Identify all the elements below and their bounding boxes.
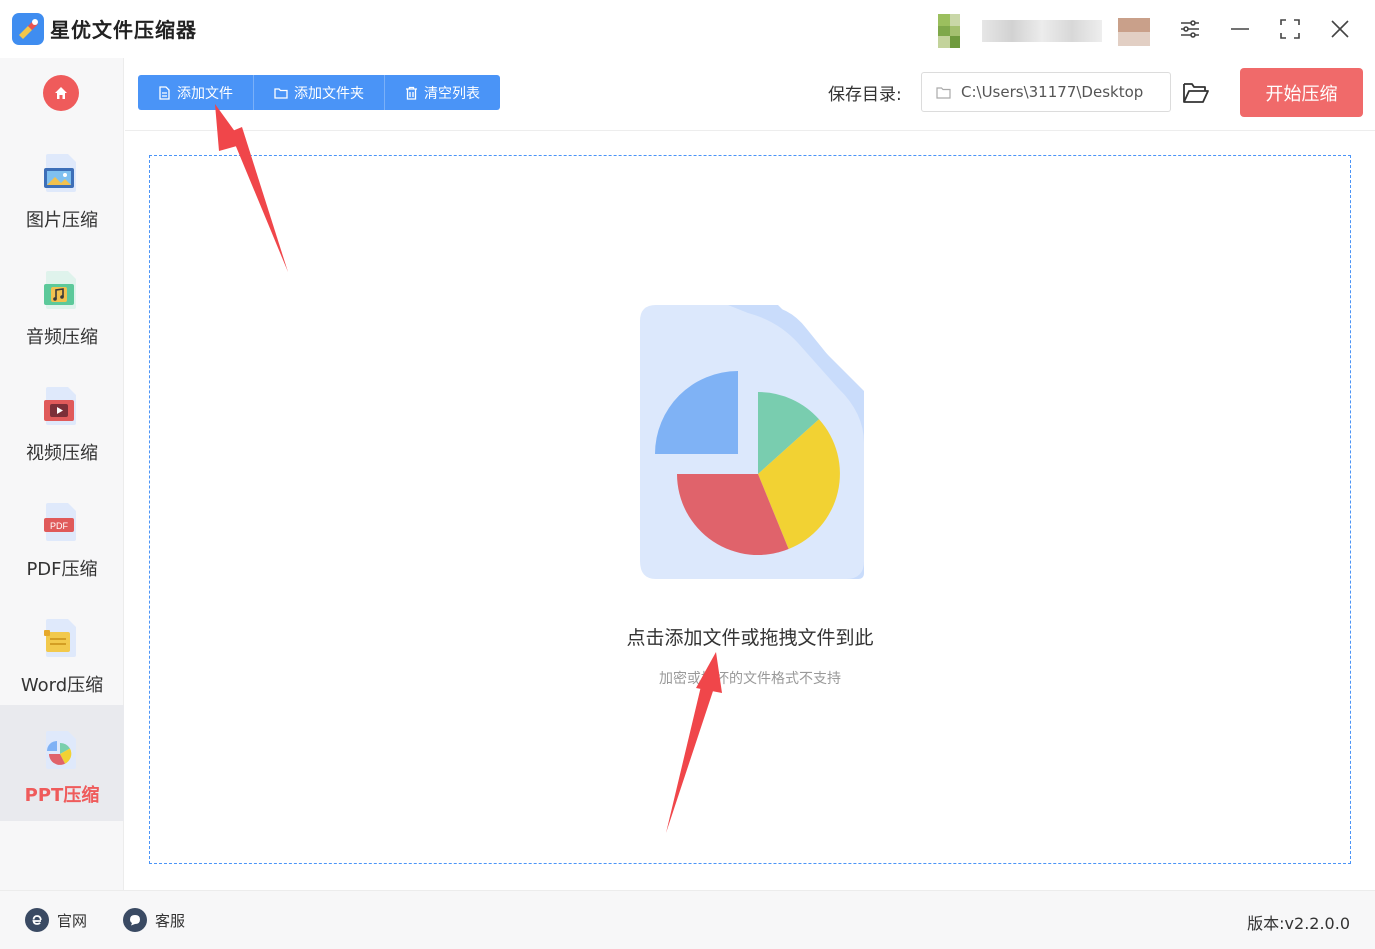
drop-zone-hint: 点击添加文件或拖拽文件到此 xyxy=(626,627,874,649)
drop-zone-subhint: 加密或损坏的文件格式不支持 xyxy=(659,671,841,687)
close-icon[interactable] xyxy=(1325,14,1355,44)
clear-list-label: 清空列表 xyxy=(424,85,480,102)
sidebar: 图片压缩 音频压缩 视频压缩 PDF PDF压缩 Word压缩 PPT压缩 xyxy=(0,58,124,890)
word-icon xyxy=(42,617,80,659)
sidebar-item-label: PPT压缩 xyxy=(24,785,100,806)
app-logo-icon xyxy=(12,13,44,45)
add-file-button[interactable]: 添加文件 xyxy=(138,75,254,110)
save-directory-path: C:\Users\31177\Desktop xyxy=(961,83,1144,101)
ppt-icon xyxy=(42,729,80,771)
chat-icon xyxy=(123,908,147,932)
file-drop-zone[interactable]: 点击添加文件或拖拽文件到此 加密或损坏的文件格式不支持 xyxy=(149,155,1351,864)
home-icon[interactable] xyxy=(43,75,79,111)
website-label: 官网 xyxy=(57,911,88,930)
browser-icon xyxy=(25,908,49,932)
maximize-icon[interactable] xyxy=(1275,14,1305,44)
sidebar-item-label: 视频压缩 xyxy=(26,443,98,464)
add-folder-label: 添加文件夹 xyxy=(294,85,364,102)
folder-icon xyxy=(274,87,288,99)
minimize-icon[interactable] xyxy=(1225,14,1255,44)
version-label: 版本:v2.2.0.0 xyxy=(1247,914,1350,933)
add-file-label: 添加文件 xyxy=(177,85,233,102)
svg-text:PDF: PDF xyxy=(50,521,69,531)
sidebar-item-word[interactable]: Word压缩 xyxy=(0,595,124,711)
sidebar-item-label: 音频压缩 xyxy=(26,327,98,348)
toolbar: 添加文件 添加文件夹 清空列表 保存目录: C:\Users\31177\Des… xyxy=(125,58,1375,131)
ppt-file-illustration-icon xyxy=(638,303,868,583)
start-compress-button[interactable]: 开始压缩 xyxy=(1240,68,1363,117)
footer: 官网 客服 版本:v2.2.0.0 xyxy=(0,890,1375,949)
save-directory-label: 保存目录: xyxy=(828,85,902,105)
browse-folder-icon[interactable] xyxy=(1182,80,1210,106)
support-label: 客服 xyxy=(155,911,186,930)
website-link[interactable]: 官网 xyxy=(25,908,87,932)
video-icon xyxy=(42,385,80,427)
support-link[interactable]: 客服 xyxy=(123,908,185,932)
sidebar-item-label: PDF压缩 xyxy=(26,559,98,580)
save-directory-field[interactable]: C:\Users\31177\Desktop xyxy=(921,72,1171,112)
folder-icon xyxy=(936,86,951,99)
trash-icon xyxy=(406,86,417,100)
user-avatar[interactable] xyxy=(938,14,1150,48)
file-button-group: 添加文件 添加文件夹 清空列表 xyxy=(138,75,500,110)
sidebar-item-audio[interactable]: 音频压缩 xyxy=(0,247,124,363)
sidebar-item-pdf[interactable]: PDF PDF压缩 xyxy=(0,479,124,595)
audio-icon xyxy=(42,269,80,311)
app-title: 星优文件压缩器 xyxy=(50,18,197,42)
sidebar-item-video[interactable]: 视频压缩 xyxy=(0,363,124,479)
file-icon xyxy=(159,85,170,100)
sidebar-item-ppt[interactable]: PPT压缩 xyxy=(0,705,124,821)
image-icon xyxy=(42,152,80,194)
sidebar-item-label: 图片压缩 xyxy=(26,210,98,231)
sidebar-item-label: Word压缩 xyxy=(20,675,104,696)
add-folder-button[interactable]: 添加文件夹 xyxy=(254,75,385,110)
pdf-icon: PDF xyxy=(42,501,80,543)
title-bar: 星优文件压缩器 xyxy=(0,0,1375,58)
sidebar-item-image[interactable]: 图片压缩 xyxy=(0,130,124,246)
settings-icon[interactable] xyxy=(1175,14,1205,44)
clear-list-button[interactable]: 清空列表 xyxy=(385,75,500,110)
